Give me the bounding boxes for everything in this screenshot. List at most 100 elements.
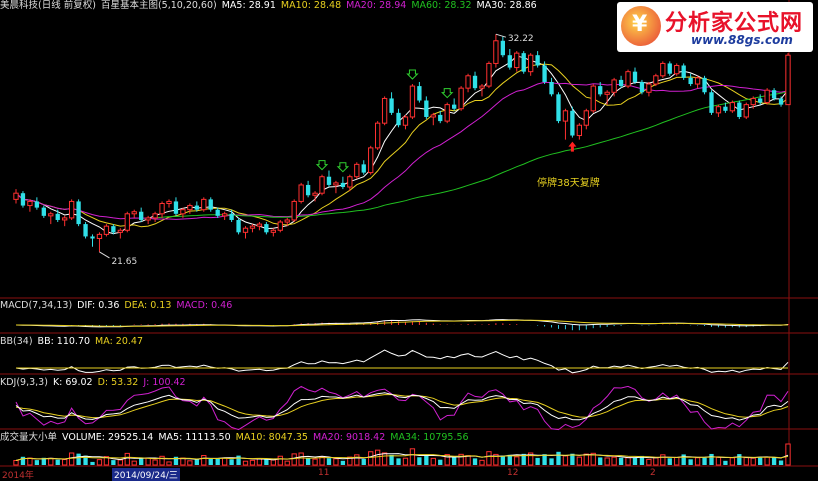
volume-bar-down bbox=[632, 457, 638, 465]
candle-body-down bbox=[41, 207, 46, 216]
candle-body-up bbox=[611, 79, 617, 93]
candle-body-down bbox=[83, 224, 88, 237]
ma20-value: MA20: 28.94 bbox=[346, 0, 407, 11]
ma30-value: MA30: 28.86 bbox=[476, 0, 537, 11]
buy-signal-arrow-icon bbox=[336, 162, 350, 173]
candle-body-up bbox=[201, 198, 207, 211]
candle-body-up bbox=[187, 205, 193, 211]
candle-body-up bbox=[131, 211, 137, 215]
candle-body-down bbox=[556, 94, 561, 122]
candle-body-down bbox=[570, 110, 575, 136]
volume-bar-down bbox=[417, 457, 422, 465]
kdj-d: D: 53.32 bbox=[97, 377, 139, 388]
candle-body-down bbox=[500, 40, 506, 56]
volume-bar-down bbox=[326, 458, 332, 465]
volume-header: 成交量大小单 VOLUME: 29525.14 MA5: 11113.50 MA10:… bbox=[0, 432, 474, 444]
volume-bar-down bbox=[215, 458, 220, 465]
buy-signal-arrow-icon bbox=[315, 160, 329, 171]
candle-body-up bbox=[145, 217, 151, 221]
candle-body-down bbox=[417, 86, 422, 101]
candle-body-up bbox=[298, 184, 304, 202]
volume-bar-up bbox=[312, 458, 318, 466]
high-pointer bbox=[495, 33, 507, 38]
volume-bar-up bbox=[375, 449, 381, 466]
volume-bar-up bbox=[660, 454, 666, 466]
volume-bar-up bbox=[291, 453, 297, 466]
ma10-value: MA10: 28.48 bbox=[280, 0, 342, 11]
volume-name: 成交量大小单 bbox=[0, 432, 58, 443]
volume-bar-up bbox=[354, 454, 360, 466]
volume-bar-down bbox=[264, 459, 269, 465]
ma10-line bbox=[15, 63, 789, 228]
macd-value: MACD: 0.46 bbox=[176, 300, 233, 311]
volume-bar-up bbox=[430, 457, 436, 466]
volume-bar-up bbox=[48, 457, 54, 466]
indicator-name: 百星基本主图(5,10,20,60) bbox=[100, 0, 217, 11]
candle-body-up bbox=[103, 225, 110, 235]
candle-body-down bbox=[229, 213, 234, 220]
candle-body-up bbox=[354, 163, 360, 178]
coin-icon bbox=[621, 6, 661, 46]
candle-body-up bbox=[785, 54, 791, 106]
candle-body-up bbox=[743, 104, 749, 118]
candle-body-up bbox=[221, 213, 228, 217]
volume-bar-up bbox=[486, 451, 492, 466]
volume-bar-up bbox=[187, 460, 193, 466]
kdj-header: KDJ(9,3,3) K: 69.02 D: 53.32 J: 100.42 bbox=[0, 377, 191, 389]
buy-signal-arrow-icon bbox=[440, 88, 454, 99]
kdj-j: J: 100.42 bbox=[143, 377, 186, 388]
volume-bar-up bbox=[62, 459, 68, 466]
candle-body-down bbox=[618, 79, 624, 87]
candle-body-down bbox=[438, 114, 443, 122]
volume-bar-up bbox=[611, 456, 617, 466]
x-label-feb: 2 bbox=[650, 468, 656, 478]
candle-body-down bbox=[208, 199, 213, 210]
candle-body-down bbox=[194, 205, 199, 210]
candle-body-down bbox=[326, 176, 332, 185]
candle-body-up bbox=[242, 227, 249, 233]
volume-bar-up bbox=[242, 460, 249, 466]
buy-signal-arrow-icon bbox=[406, 69, 419, 80]
candle-body-up bbox=[180, 209, 186, 215]
volume-bar-down bbox=[709, 453, 714, 465]
candle-body-up bbox=[159, 202, 165, 215]
volume-bar-down bbox=[556, 451, 561, 465]
volume-bar-down bbox=[681, 454, 686, 465]
candle-body-down bbox=[681, 65, 686, 78]
candle-body-down bbox=[215, 209, 220, 216]
kdj-k: K: 69.02 bbox=[52, 377, 93, 388]
candle-body-down bbox=[34, 201, 40, 208]
candle-body-up bbox=[312, 192, 318, 196]
candle-body-up bbox=[291, 200, 297, 221]
volume-bar-down bbox=[340, 460, 346, 465]
candle-body-up bbox=[152, 213, 158, 219]
site-logo: 分析家公式网 www.88gs.com bbox=[617, 2, 813, 52]
volume-bar-up bbox=[166, 461, 172, 466]
volume-ma10: MA10: 8047.35 bbox=[235, 432, 308, 443]
volume-bar-up bbox=[402, 457, 409, 466]
candle-body-down bbox=[20, 193, 26, 206]
volume-bar-down bbox=[361, 459, 366, 465]
volume-bar-up bbox=[646, 458, 652, 466]
suspension-annotation: 停牌38天复牌 bbox=[537, 178, 600, 189]
ma60-value: MA60: 28.32 bbox=[411, 0, 472, 11]
volume-bar-down bbox=[535, 457, 540, 465]
volume-bar-down bbox=[55, 459, 60, 465]
volume-bar-up bbox=[277, 455, 283, 466]
volume-bar-up bbox=[381, 452, 388, 466]
candle-body-down bbox=[667, 63, 672, 74]
candle-body-up bbox=[514, 52, 520, 69]
ma5-line bbox=[15, 55, 789, 235]
candle-body-down bbox=[424, 100, 429, 117]
volume-bar-up bbox=[625, 457, 631, 466]
volume-bar-down bbox=[229, 459, 234, 465]
volume-bar-up bbox=[576, 456, 583, 466]
volume-bar-down bbox=[90, 461, 95, 465]
x-label-dec: 12 bbox=[507, 468, 519, 478]
candle-body-down bbox=[55, 213, 60, 220]
candle-body-up bbox=[528, 54, 534, 73]
volume-bar-down bbox=[76, 453, 81, 465]
volume-bar-down bbox=[424, 454, 429, 465]
volume-ma34: MA34: 10795.56 bbox=[390, 432, 469, 443]
x-label-year: 2014年 bbox=[2, 471, 34, 481]
